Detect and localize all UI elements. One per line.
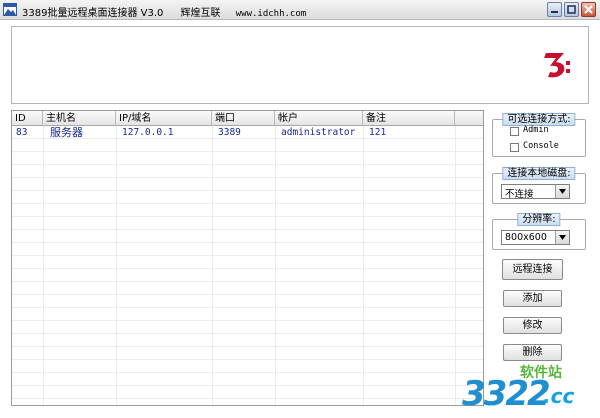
maximize-button[interactable]: [564, 2, 579, 17]
cell-id: 83: [16, 127, 28, 138]
admin-label[interactable]: Admin: [523, 125, 549, 135]
table-row-empty: [12, 321, 483, 334]
table-row-empty: [12, 269, 483, 282]
banner-panel: [11, 26, 589, 104]
dropdown-arrow[interactable]: [555, 231, 569, 244]
table-row-empty: [12, 165, 483, 178]
col-id[interactable]: ID: [12, 111, 43, 126]
local-disk-value: 不连接: [505, 189, 534, 200]
table-row-empty: [12, 373, 483, 386]
table-row-empty: [12, 191, 483, 204]
cell-port: 3389: [218, 127, 241, 138]
resolution-value: 800x600: [505, 232, 547, 243]
delete-button[interactable]: 删除: [503, 344, 562, 361]
local-disk-title: 连接本地磁盘:: [502, 167, 576, 180]
close-icon: [584, 5, 593, 14]
host-table[interactable]: ID 主机名 IP/域名 端口 帐户 备注 83 服务器 127.0.0.1 3…: [11, 110, 484, 406]
table-row[interactable]: 83 服务器 127.0.0.1 3389 administrator 121: [12, 126, 483, 139]
close-button[interactable]: [581, 2, 596, 17]
table-row-empty: [12, 217, 483, 230]
window-title: 3389批量远程桌面连接器 V3.0 辉煌互联 www.idchh.com: [22, 4, 306, 19]
brand-logo-icon: [544, 53, 570, 78]
table-row-empty: [12, 334, 483, 347]
table-row-empty: [12, 308, 483, 321]
table-row-empty: [12, 360, 483, 373]
table-row-empty: [12, 295, 483, 308]
table-row-empty: [12, 230, 483, 243]
admin-checkbox[interactable]: [510, 127, 519, 136]
add-button[interactable]: 添加: [503, 290, 562, 307]
col-port[interactable]: 端口: [212, 111, 275, 126]
watermark: 软件站 3322 .cc: [448, 360, 600, 418]
table-row-empty: [12, 178, 483, 191]
title-url: www.idchh.com: [235, 9, 307, 19]
console-checkbox[interactable]: [510, 143, 519, 152]
table-row-empty: [12, 152, 483, 165]
title-bar: 3389批量远程桌面连接器 V3.0 辉煌互联 www.idchh.com: [0, 0, 600, 20]
chevron-down-icon: [559, 189, 566, 194]
local-disk-select[interactable]: 不连接: [501, 184, 570, 200]
table-row-empty: [12, 399, 483, 405]
minimize-icon: [551, 11, 558, 13]
resolution-select[interactable]: 800x600: [501, 230, 570, 245]
col-note[interactable]: 备注: [363, 111, 455, 126]
col-account[interactable]: 帐户: [275, 111, 363, 126]
col-ip[interactable]: IP/域名: [116, 111, 212, 126]
edit-button[interactable]: 修改: [503, 317, 562, 334]
table-row-empty: [12, 282, 483, 295]
minimize-button[interactable]: [547, 2, 562, 17]
table-row-empty: [12, 386, 483, 399]
table-row-empty: [12, 347, 483, 360]
watermark-digits: 3322: [462, 374, 551, 414]
table-row-empty: [12, 256, 483, 269]
cell-note: 121: [369, 127, 387, 138]
title-main: 3389批量远程桌面连接器 V3.0: [22, 8, 164, 19]
table-header: ID 主机名 IP/域名 端口 帐户 备注: [12, 111, 483, 126]
local-disk-group: 连接本地磁盘: 不连接: [492, 167, 586, 204]
col-hostname[interactable]: 主机名: [43, 111, 116, 126]
table-row-empty: [12, 139, 483, 152]
connect-options-group: 可选连接方式: Admin Console: [492, 113, 586, 157]
table-row-empty: [12, 243, 483, 256]
console-label[interactable]: Console: [523, 141, 559, 151]
cell-ip: 127.0.0.1: [122, 127, 174, 138]
watermark-suffix: .cc: [543, 384, 575, 408]
resolution-group: 分辨率: 800x600: [492, 213, 586, 250]
cell-account: administrator: [281, 127, 356, 138]
title-company: 辉煌互联: [180, 8, 221, 19]
app-icon: [3, 3, 17, 16]
table-row-empty: [12, 204, 483, 217]
resolution-title: 分辨率:: [517, 213, 561, 226]
dropdown-arrow[interactable]: [555, 185, 569, 198]
chevron-down-icon: [559, 235, 566, 240]
remote-connect-button[interactable]: 远程连接: [502, 259, 563, 280]
cell-hostname: 服务器: [50, 126, 83, 139]
maximize-icon: [567, 5, 576, 14]
